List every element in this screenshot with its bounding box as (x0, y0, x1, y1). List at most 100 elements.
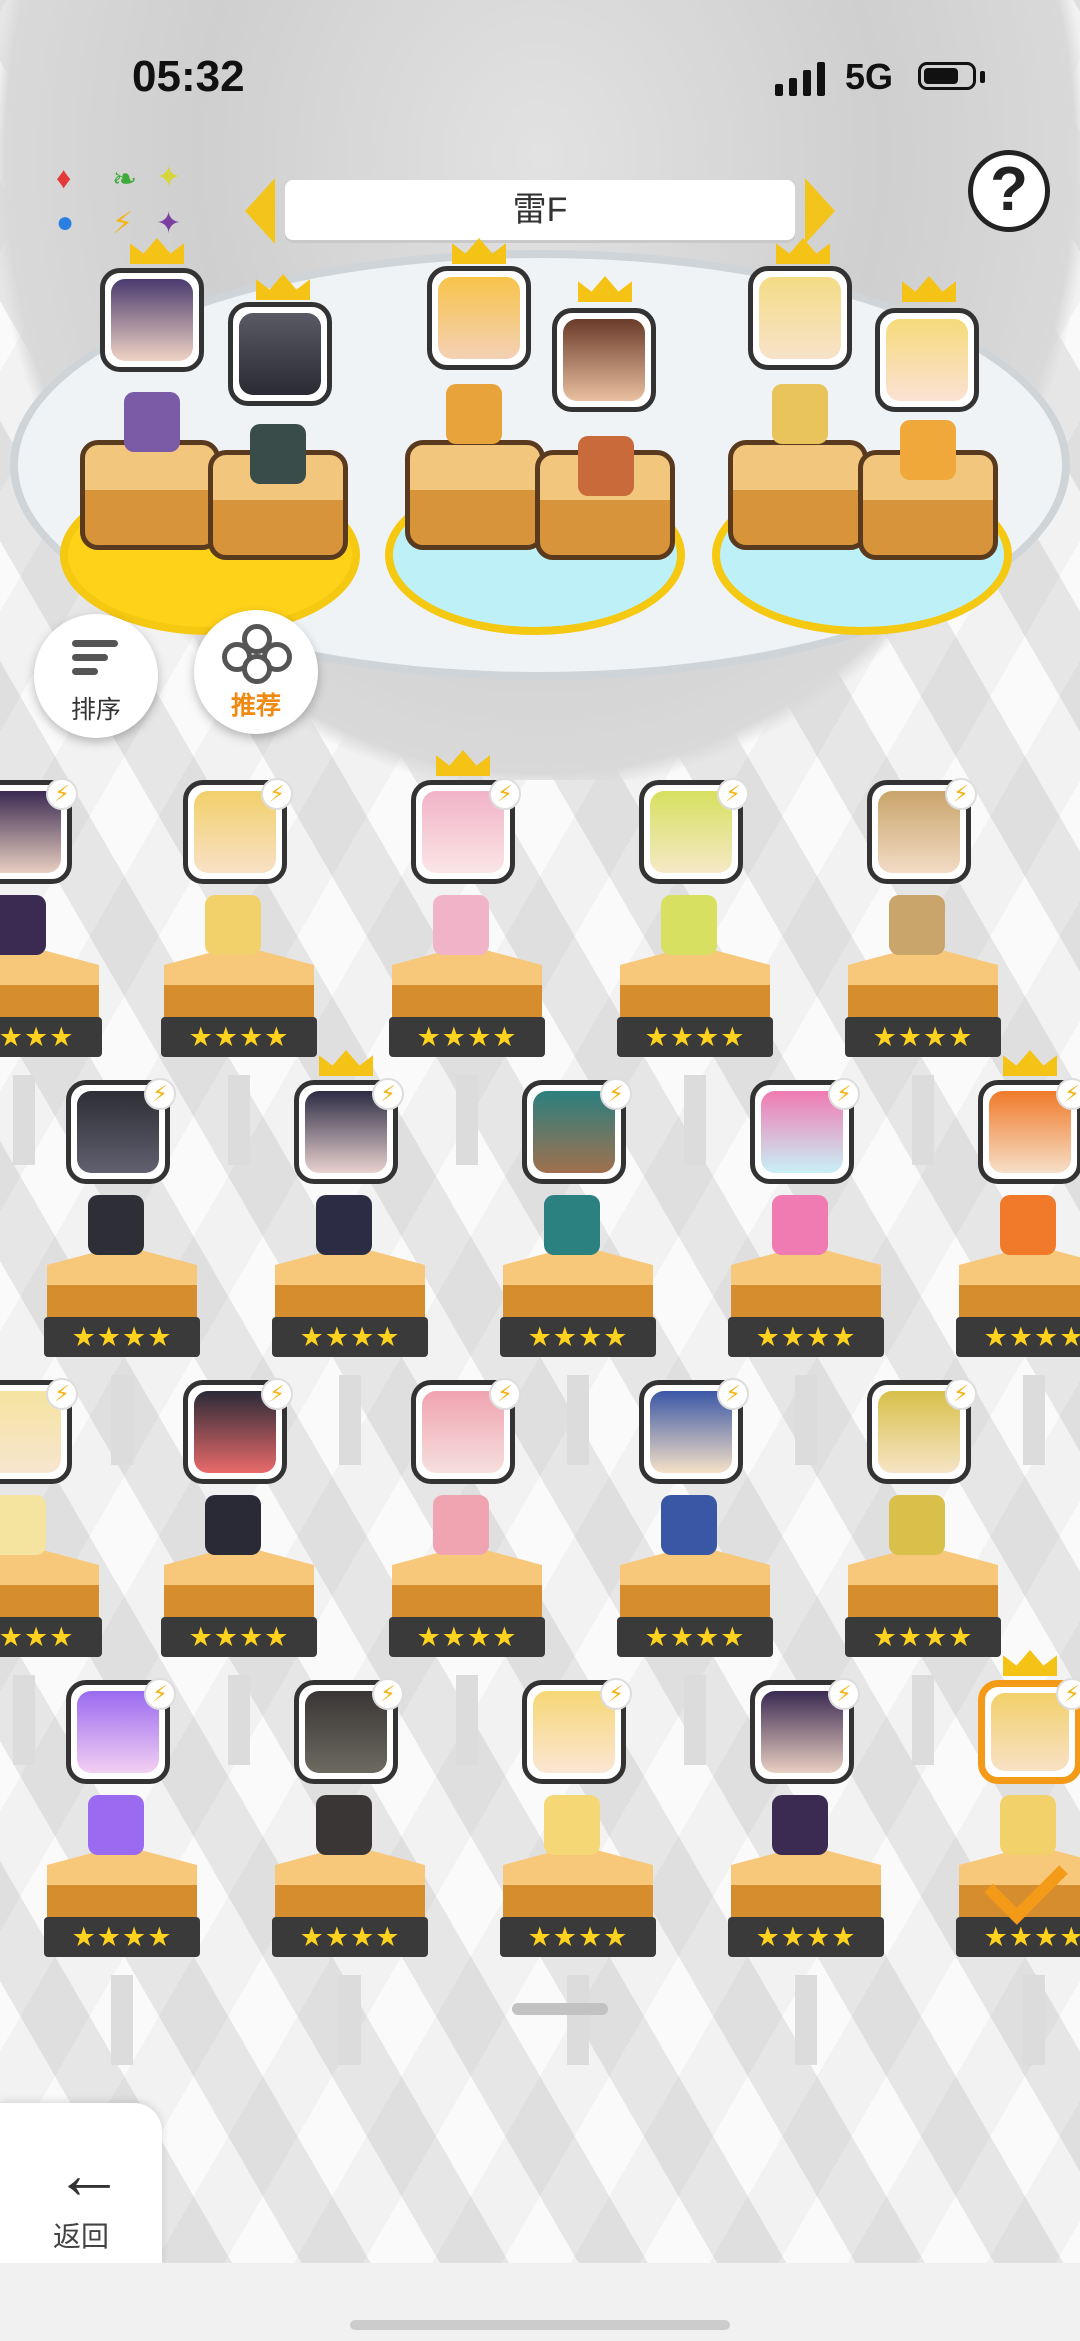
battery-icon (918, 62, 976, 90)
help-button[interactable]: ? (968, 150, 1050, 232)
hero-sprite (88, 1795, 144, 1855)
light-element-icon: ✦ (156, 161, 182, 194)
hero-sprite (205, 895, 261, 955)
water-element-icon: ● (56, 206, 75, 239)
bolt-icon: ⚡ (600, 1078, 632, 1110)
hero-sprite (88, 1195, 144, 1255)
bolt-icon: ⚡ (717, 1378, 749, 1410)
star-rating: ★★★★ (956, 1317, 1080, 1357)
bolt-icon: ⚡ (600, 1678, 632, 1710)
team-hero-avatar[interactable] (427, 266, 531, 370)
star-rating: ★★★★ (0, 1017, 102, 1057)
team-hero-avatar[interactable] (552, 308, 656, 412)
star-rating: ★★★★ (845, 1017, 1001, 1057)
star-rating: ★★★★ (272, 1317, 428, 1357)
team-slot-5[interactable] (728, 440, 868, 550)
hero-sprite (316, 1195, 372, 1255)
floor-next-button[interactable] (805, 178, 835, 244)
pedestal-pole (339, 1375, 361, 1465)
star-rating: ★★★★ (728, 1917, 884, 1957)
bolt-icon: ⚡ (144, 1078, 176, 1110)
recommend-button[interactable]: 推荐 (194, 610, 318, 734)
pedestal-pole (228, 1075, 250, 1165)
bolt-icon: ⚡ (1056, 1078, 1080, 1110)
star-rating: ★★★★ (500, 1317, 656, 1357)
back-label: 返回 (52, 2221, 109, 2252)
pedestal-pole (456, 1075, 478, 1165)
star-rating: ★★★★ (44, 1917, 200, 1957)
pedestal-pole (13, 1675, 35, 1765)
hero-sprite (544, 1195, 600, 1255)
help-icon: ? (990, 155, 1028, 224)
recommend-icon (222, 624, 292, 688)
team-hero-avatar[interactable] (100, 268, 204, 372)
pedestal-pole (1023, 1375, 1045, 1465)
bolt-icon: ⚡ (717, 778, 749, 810)
bolt-icon: ⚡ (945, 1378, 977, 1410)
star-rating: ★★★★ (617, 1617, 773, 1657)
sort-button[interactable]: 排序 (34, 614, 158, 738)
fire-element-icon: ♦ (56, 162, 72, 195)
sort-icon (72, 640, 122, 686)
back-arrow-icon: ← (54, 2135, 124, 2213)
hero-sprite (889, 1495, 945, 1555)
recommend-label: 推荐 (230, 692, 281, 720)
bolt-icon: ⚡ (945, 778, 977, 810)
star-rating: ★★★★ (161, 1617, 317, 1657)
team-hero-avatar[interactable] (875, 308, 979, 412)
bolt-icon: ⚡ (46, 1378, 78, 1410)
star-rating: ★★★★ (161, 1017, 317, 1057)
star-rating: ★★★★ (272, 1917, 428, 1957)
signal-icon (775, 60, 825, 96)
hero-sprite (889, 895, 945, 955)
bolt-icon: ⚡ (1056, 1678, 1080, 1710)
star-rating: ★★★★ (845, 1617, 1001, 1657)
team-slot-1[interactable] (80, 440, 220, 550)
pedestal-pole (228, 1675, 250, 1765)
bolt-icon: ⚡ (372, 1078, 404, 1110)
bolt-icon: ⚡ (144, 1678, 176, 1710)
pedestal-pole (13, 1075, 35, 1165)
home-indicator (350, 2320, 730, 2330)
pedestal-pole (795, 1375, 817, 1465)
bolt-icon: ⚡ (828, 1678, 860, 1710)
bolt-icon: ⚡ (489, 1378, 521, 1410)
sort-label: 排序 (70, 696, 121, 724)
status-time: 05:32 (132, 52, 245, 101)
bolt-icon: ⚡ (372, 1678, 404, 1710)
nature-element-icon: ❧ (112, 163, 138, 196)
star-rating: ★★★★ (389, 1617, 545, 1657)
pedestal-pole (111, 1975, 133, 2065)
floor-selector: 雷F (245, 176, 835, 246)
team-hero-avatar[interactable] (228, 302, 332, 406)
back-button[interactable]: ← 返回 (0, 2103, 162, 2263)
pedestal-pole (339, 1975, 361, 2065)
hero-sprite (316, 1795, 372, 1855)
bolt-icon: ⚡ (46, 778, 78, 810)
hero-sprite (661, 895, 717, 955)
bolt-icon: ⚡ (261, 778, 293, 810)
pedestal-pole (1023, 1975, 1045, 2065)
element-cycle-legend: ♦ ❧ ✦ ● ⚡ ✦ (50, 160, 200, 250)
star-rating: ★★★★ (0, 1617, 102, 1657)
dark-element-icon: ✦ (156, 207, 182, 240)
hero-sprite (433, 895, 489, 955)
team-hero-avatar[interactable] (748, 266, 852, 370)
hero-sprite (446, 384, 502, 444)
star-rating: ★★★★ (500, 1917, 656, 1957)
floor-prev-button[interactable] (245, 178, 275, 244)
pedestal-pole (912, 1075, 934, 1165)
team-slot-3[interactable] (405, 440, 545, 550)
star-rating: ★★★★ (617, 1017, 773, 1057)
hero-sprite (0, 1495, 46, 1555)
star-rating: ★★★★ (728, 1317, 884, 1357)
pedestal-pole (567, 1375, 589, 1465)
hero-sprite (661, 1495, 717, 1555)
pedestal-pole (795, 1975, 817, 2065)
bolt-icon: ⚡ (261, 1378, 293, 1410)
bolt-icon: ⚡ (489, 778, 521, 810)
pedestal-pole (111, 1375, 133, 1465)
hero-sprite (578, 436, 634, 496)
hero-sprite (772, 384, 828, 444)
floor-label: 雷F (285, 180, 795, 240)
